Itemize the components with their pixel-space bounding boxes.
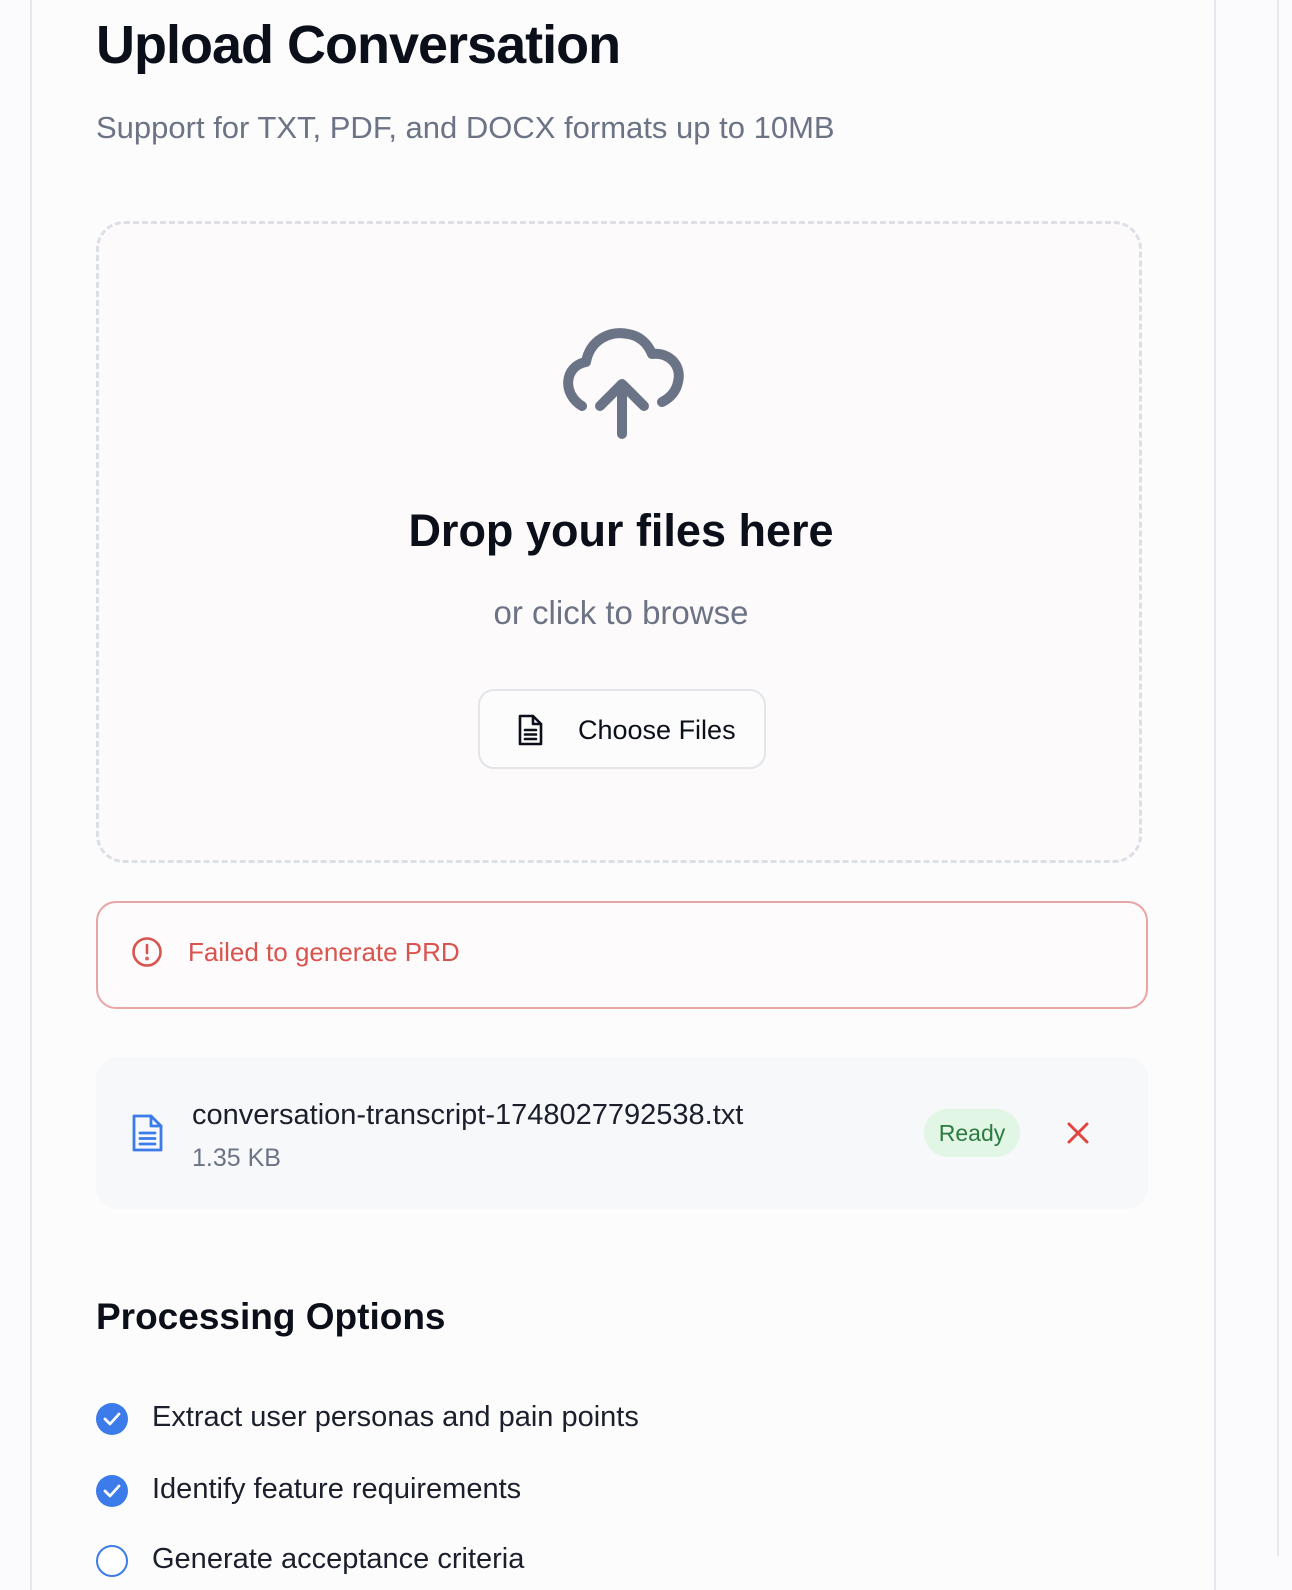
choose-files-label: Choose Files	[578, 715, 736, 745]
error-alert: Failed to generate PRD	[96, 901, 1148, 1009]
error-message: Failed to generate PRD	[188, 937, 460, 967]
option-label: Identify feature requirements	[152, 1473, 522, 1505]
file-text-icon	[132, 1114, 163, 1152]
checkbox-unchecked-icon[interactable]	[96, 1545, 128, 1577]
option-extract-personas[interactable]: Extract user personas and pain points	[96, 1401, 896, 1441]
status-badge: Ready	[924, 1109, 1020, 1157]
choose-files-button[interactable]: Choose Files	[478, 689, 766, 769]
uploaded-file-item: conversation-transcript-1748027792538.tx…	[96, 1057, 1148, 1209]
dropzone-subtitle: or click to browse	[493, 594, 749, 631]
page-subtitle: Support for TXT, PDF, and DOCX formats u…	[96, 110, 835, 145]
cloud-upload-icon	[563, 328, 684, 439]
close-icon[interactable]	[1060, 1115, 1096, 1151]
file-name: conversation-transcript-1748027792538.tx…	[192, 1099, 744, 1131]
alert-circle-icon	[132, 937, 162, 967]
processing-options-title: Processing Options	[96, 1296, 446, 1337]
page-edge	[1277, 0, 1279, 1556]
file-text-icon	[518, 714, 543, 746]
dropzone-title: Drop your files here	[408, 505, 834, 556]
page-title: Upload Conversation	[96, 15, 621, 75]
option-acceptance-criteria[interactable]: Generate acceptance criteria	[96, 1543, 896, 1583]
checkbox-checked-icon[interactable]	[96, 1475, 128, 1507]
file-size: 1.35 KB	[192, 1144, 281, 1172]
option-label: Generate acceptance criteria	[152, 1543, 525, 1575]
option-feature-requirements[interactable]: Identify feature requirements	[96, 1473, 896, 1513]
checkbox-checked-icon[interactable]	[96, 1403, 128, 1435]
option-label: Extract user personas and pain points	[152, 1401, 639, 1433]
